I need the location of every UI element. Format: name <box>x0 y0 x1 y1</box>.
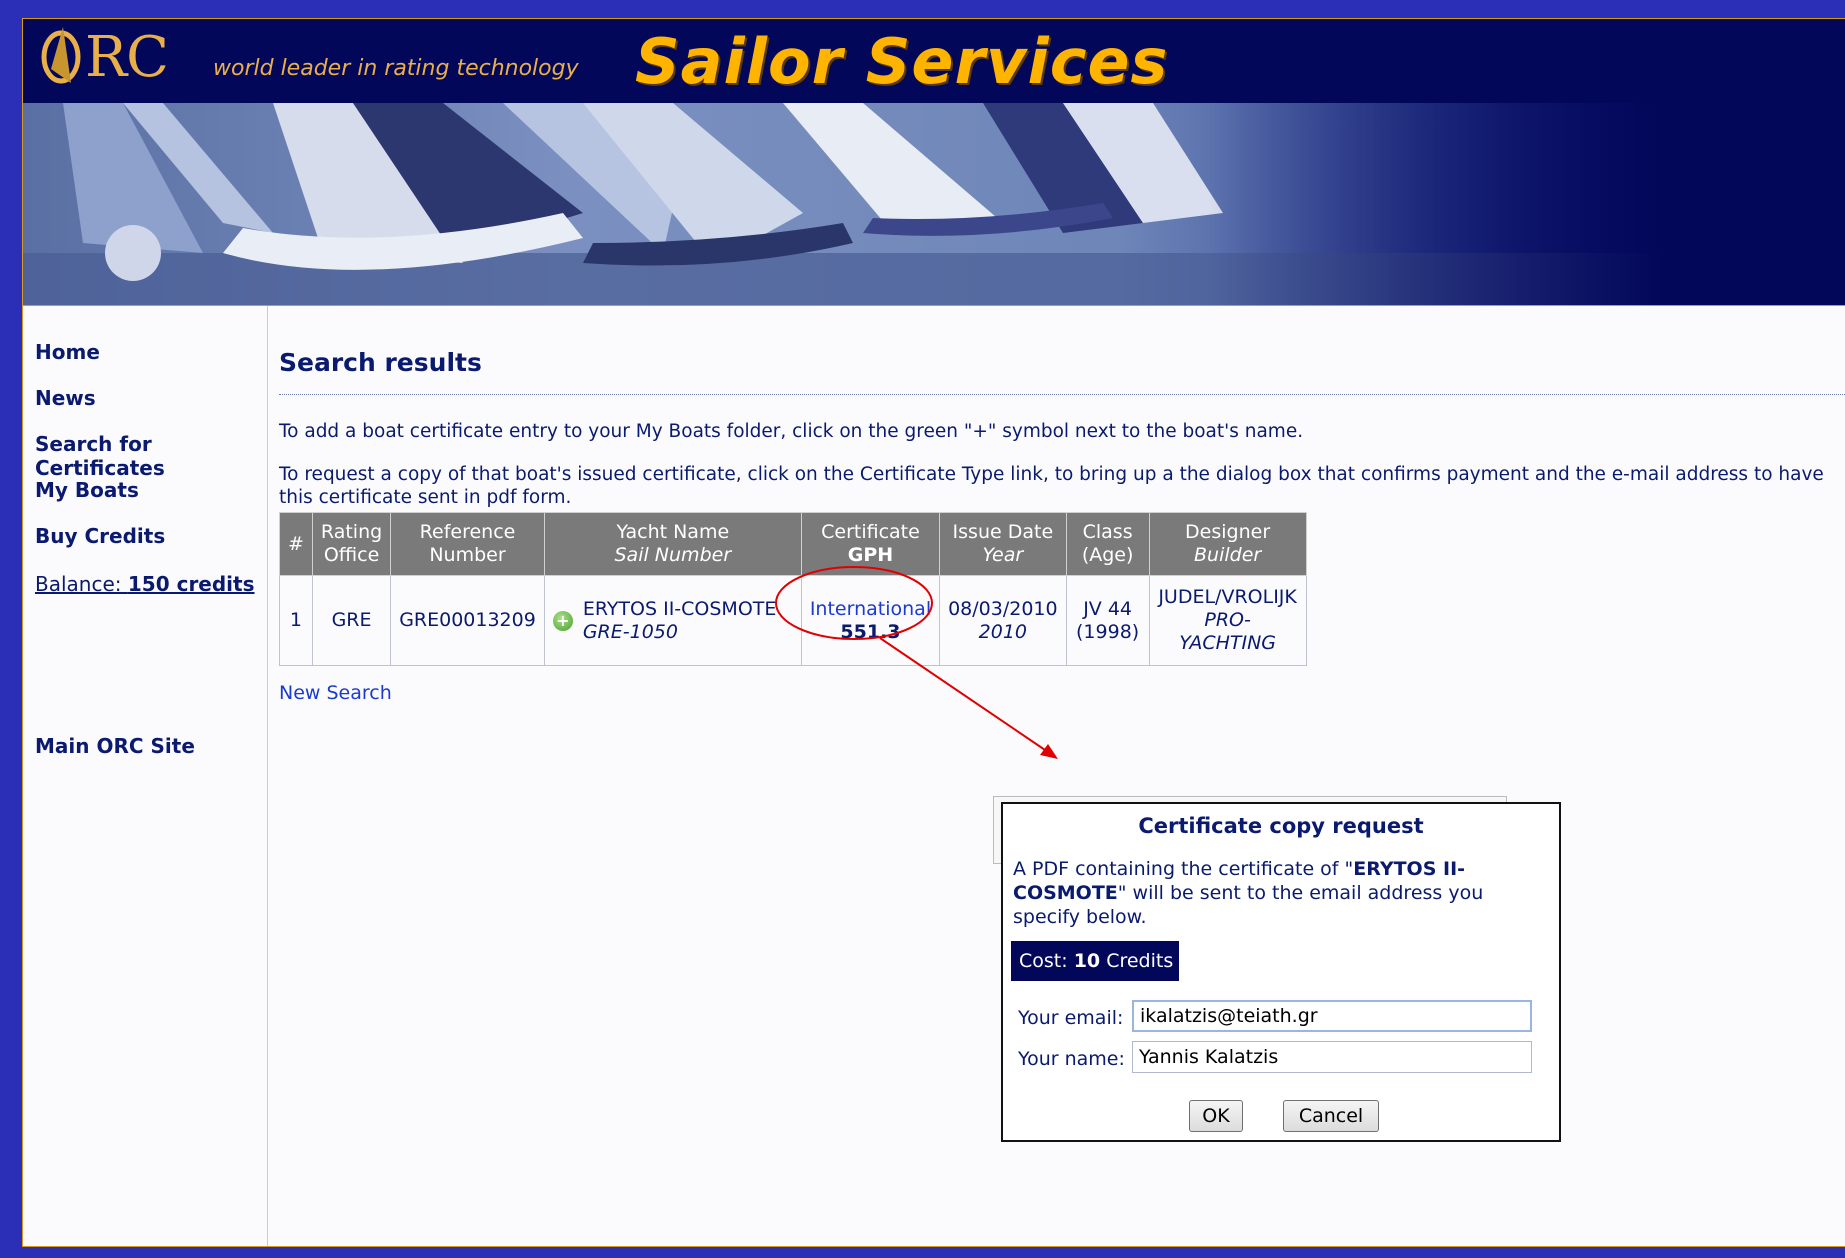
cost-value: 10 <box>1073 950 1101 972</box>
page-frame: RC world leader in rating technology Sai… <box>22 18 1845 1247</box>
yacht-name: ERYTOS II-COSMOTE <box>582 597 777 620</box>
name-field[interactable] <box>1132 1041 1532 1073</box>
cell-issue-date: 08/03/2010 2010 <box>939 575 1067 666</box>
gph-value: 551.3 <box>840 620 901 643</box>
sidebar-nav: Home News Search for Certificates My Boa… <box>23 306 268 1246</box>
sailboats-illustration <box>23 103 1845 305</box>
col-header-yacht: Yacht Name Sail Number <box>543 512 802 576</box>
cost-badge: Cost: 10 Credits <box>1011 941 1179 981</box>
sidebar-item-home[interactable]: Home <box>35 340 100 364</box>
col-header-certificate: Certificate GPH <box>800 512 941 576</box>
builder: PRO-YACHTING <box>1179 609 1277 654</box>
cell-designer: JUDEL/VROLIJK PRO-YACHTING <box>1148 575 1307 666</box>
cell-yacht: + ERYTOS II-COSMOTE GRE-1050 <box>543 575 802 666</box>
sidebar-item-my-boats[interactable]: My Boats <box>35 478 139 502</box>
add-to-my-boats-icon[interactable]: + <box>552 610 573 631</box>
site-header: RC world leader in rating technology Sai… <box>23 19 1845 103</box>
banner-image <box>23 103 1845 306</box>
sidebar-item-main-orc-site[interactable]: Main ORC Site <box>35 734 195 758</box>
col-header-class: Class (Age) <box>1065 512 1150 576</box>
dialog-message: A PDF containing the certificate of "ERY… <box>1013 858 1484 928</box>
email-label: Your email: <box>1018 1007 1124 1029</box>
email-field[interactable] <box>1132 1000 1532 1032</box>
cell-reference: GRE00013209 <box>390 575 545 666</box>
balance-label: Balance: <box>35 572 122 596</box>
col-header-issue-date: Issue Date Year <box>939 512 1067 576</box>
issue-date: 08/03/2010 <box>948 597 1058 620</box>
name-label: Your name: <box>1018 1048 1125 1070</box>
cell-class: JV 44 (1998) <box>1065 575 1150 666</box>
col-header-rating-office: Rating Office <box>311 512 392 576</box>
designer: JUDEL/VROLIJK <box>1158 586 1297 608</box>
issue-year: 2010 <box>978 620 1028 643</box>
orc-logo-icon <box>41 27 81 84</box>
cell-office: GRE <box>311 575 392 666</box>
page-title: Search results <box>279 348 482 377</box>
balance-value: 150 credits <box>127 572 255 596</box>
class-age: (1998) <box>1076 620 1140 643</box>
new-search-link[interactable]: New Search <box>279 682 392 704</box>
cancel-button[interactable]: Cancel <box>1283 1100 1379 1132</box>
instruction-request-copy: To request a copy of that boat's issued … <box>279 464 1824 508</box>
table-row: 1 GRE GRE00013209 + ERYTOS II-COSMOTE GR… <box>279 575 1307 666</box>
dialog-title: Certificate copy request <box>1138 814 1424 838</box>
site-title: Sailor Services <box>635 25 1169 98</box>
ok-button[interactable]: OK <box>1189 1100 1243 1132</box>
certificate-copy-dialog: Certificate copy request A PDF containin… <box>1001 802 1561 1142</box>
certificate-type-link[interactable]: International <box>810 598 931 620</box>
cell-certificate: International 551.3 <box>800 575 941 666</box>
title-divider <box>279 394 1845 395</box>
sidebar-item-buy-credits[interactable]: Buy Credits <box>35 524 165 548</box>
sidebar-item-search-certificates[interactable]: Search for Certificates <box>35 432 267 480</box>
cell-num: 1 <box>279 575 313 666</box>
col-header-num: # <box>279 512 313 576</box>
logo-text: RC <box>85 25 169 90</box>
sidebar-item-news[interactable]: News <box>35 386 96 410</box>
balance-link[interactable]: Balance: 150 credits <box>35 572 255 596</box>
class-name: JV 44 <box>1083 597 1133 620</box>
col-header-designer: Designer Builder <box>1148 512 1307 576</box>
tagline: world leader in rating technology <box>213 56 579 81</box>
sail-number: GRE-1050 <box>582 620 678 643</box>
instruction-add-boat: To add a boat certificate entry to your … <box>279 421 1304 442</box>
col-header-reference: Reference Number <box>390 512 545 576</box>
table-header-row: # Rating Office Reference Number Yacht Nam… <box>279 512 1307 576</box>
results-table: # Rating Office Reference Number Yacht Nam… <box>279 512 1307 666</box>
